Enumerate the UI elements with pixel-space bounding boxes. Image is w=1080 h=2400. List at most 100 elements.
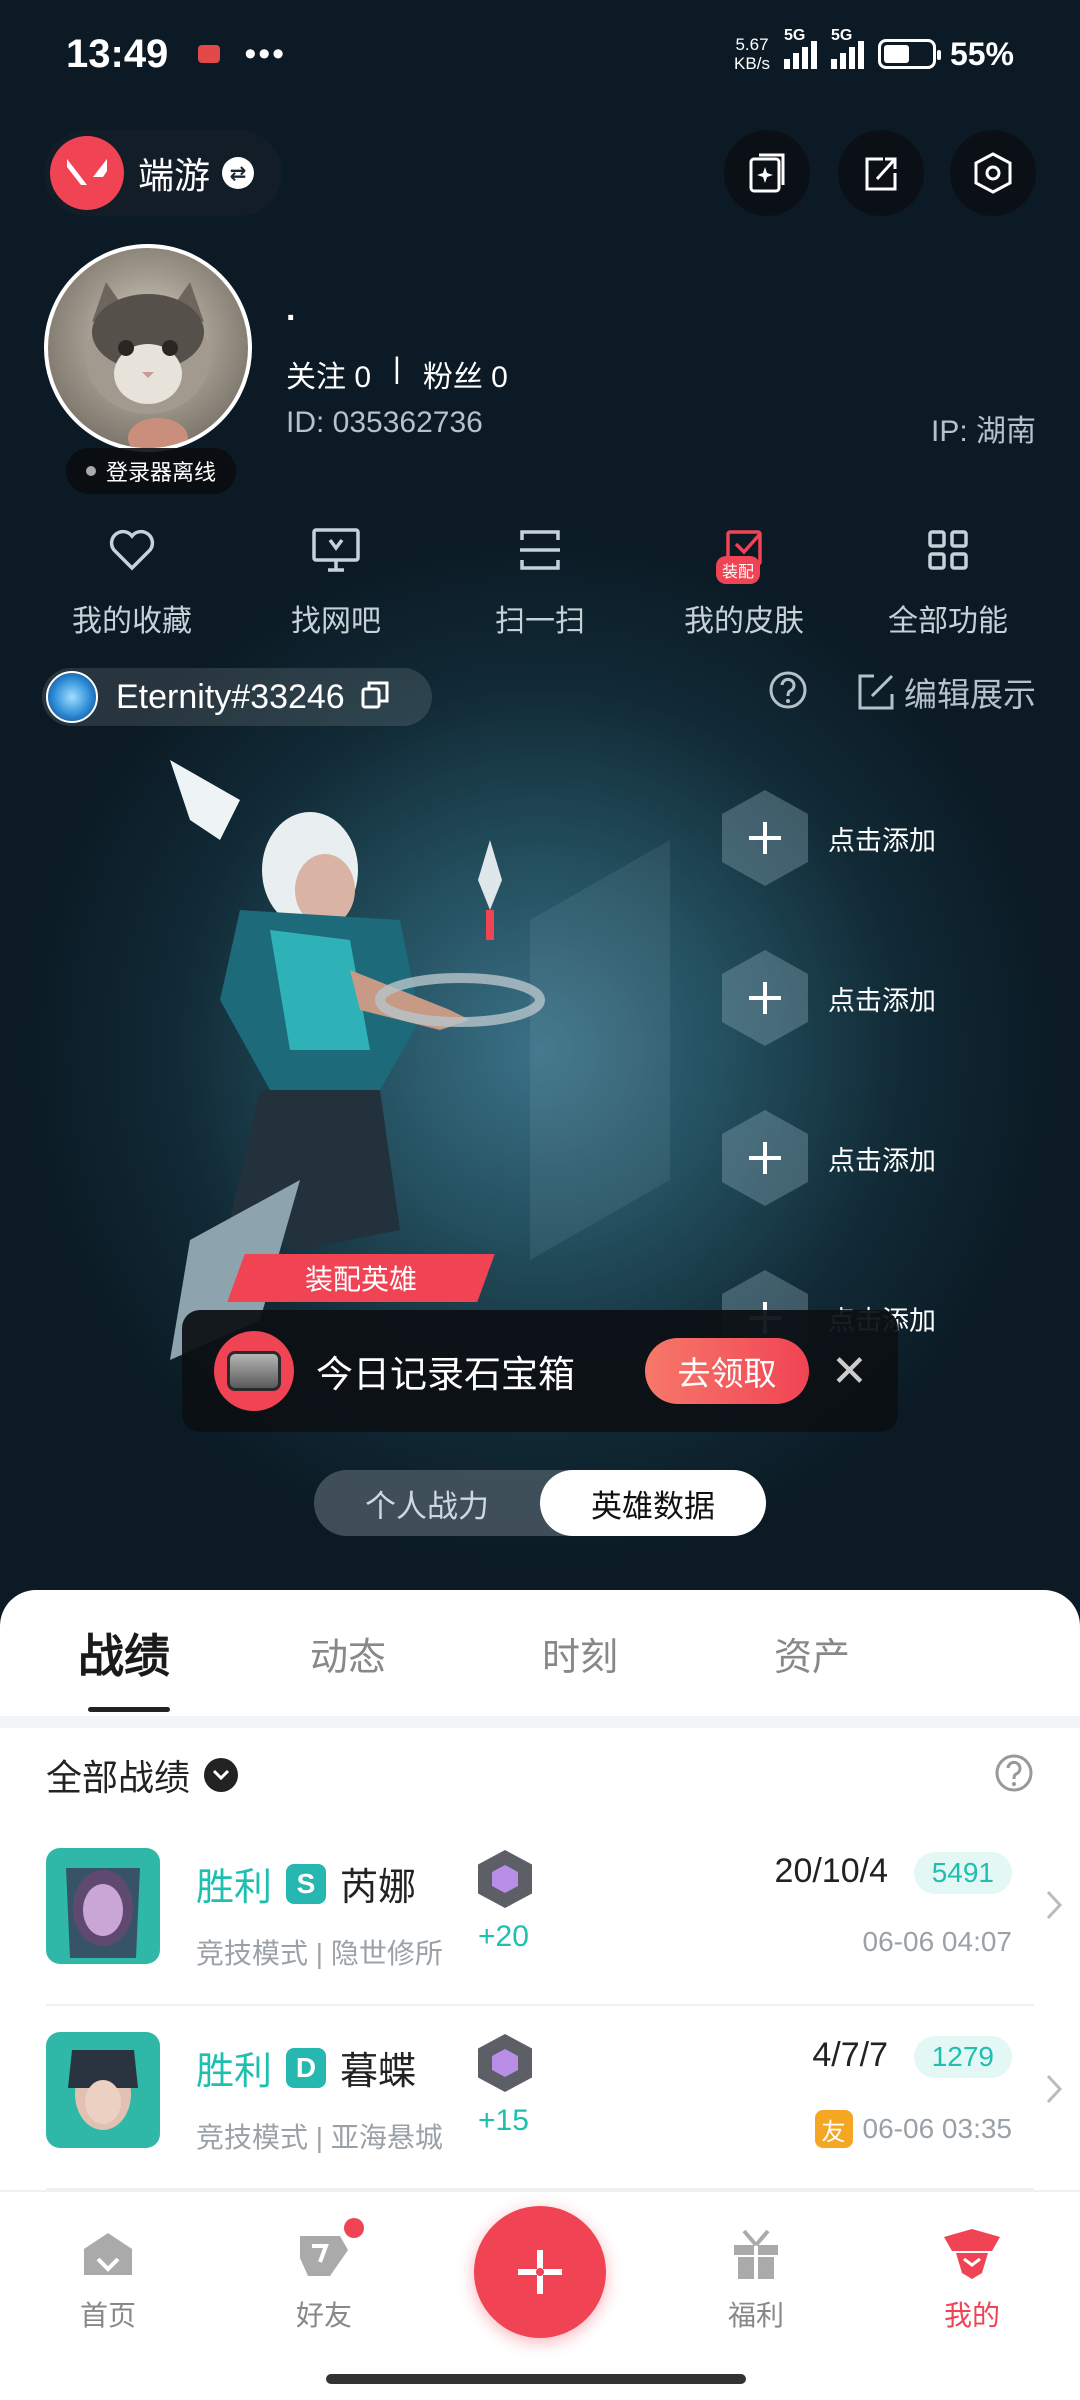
chest-toast: 今日记录石宝箱 去领取 ✕ [182, 1310, 898, 1432]
follow-stats: 关注 0 | 粉丝 0 [286, 352, 508, 396]
chevron-right-icon [1044, 2072, 1064, 2111]
match-mode: 竞技模式 | 亚海悬城 [196, 2122, 443, 2153]
rank-badge: S [286, 1863, 327, 1904]
notification-dot [344, 2218, 364, 2238]
nav-home[interactable]: 首页 [28, 2224, 188, 2334]
network-speed: 5.67 KB/s [734, 35, 770, 73]
friend-tag: 友 [814, 2110, 853, 2148]
game-account[interactable]: Eternity#33246 [42, 668, 432, 726]
monitor-icon [306, 520, 366, 580]
ip-location: IP: 湖南 [930, 415, 1036, 448]
status-bar: 13:49 ••• 5.67 KB/s 5G 5G 55% [0, 0, 1080, 108]
equip-hero-tag: 装配英雄 [227, 1254, 495, 1302]
match-row[interactable]: 胜利 S 芮娜 竞技模式 | 隐世修所 +20 20/10/4 5491 06-… [46, 1822, 1063, 2006]
nickname: . [286, 290, 296, 328]
cards-button[interactable] [724, 130, 810, 216]
func-scan[interactable]: 扫一扫 [445, 520, 635, 640]
tab-bar: 战绩 动态 时刻 资产 [0, 1590, 1080, 1716]
more-notifications-icon: ••• [244, 34, 287, 73]
match-row[interactable]: 胜利 D 暮蝶 竞技模式 | 亚海悬城 +15 4/7/7 1279 友 06-… [46, 2006, 1063, 2190]
agent-portrait [46, 2032, 160, 2148]
grid-icon [918, 520, 978, 580]
close-icon[interactable]: ✕ [831, 1346, 868, 1397]
equip-badge: 装配 [716, 556, 761, 584]
valorant-logo-icon [50, 136, 124, 210]
tab-assets[interactable]: 资产 [744, 1626, 976, 1681]
record-filter[interactable]: 全部战绩 [0, 1728, 1080, 1822]
account-avatar-icon [46, 671, 98, 723]
add-slot[interactable]: 点击添加 [722, 1110, 936, 1206]
game-switcher[interactable]: 端游 ⇄ [44, 130, 282, 216]
scan-icon [510, 520, 570, 580]
tab-moments[interactable]: 时刻 [512, 1626, 744, 1681]
settings-hex-icon [974, 152, 1012, 194]
quick-functions: 我的收藏 找网吧 扫一扫 装配 我的皮肤 全部功能 [30, 520, 1050, 640]
edit-icon [858, 674, 894, 710]
status-dot-icon [86, 466, 96, 476]
toggle-personal-power[interactable]: 个人战力 [314, 1470, 540, 1536]
nav-welfare[interactable]: 福利 [676, 2224, 836, 2334]
claim-button[interactable]: 去领取 [645, 1338, 809, 1404]
follow-count[interactable]: 关注 0 [286, 352, 371, 396]
func-favorites[interactable]: 我的收藏 [37, 520, 227, 640]
toast-message: 今日记录石宝箱 [316, 1354, 575, 1395]
func-internet-cafe[interactable]: 找网吧 [241, 520, 431, 640]
plus-icon [722, 1110, 808, 1206]
avatar[interactable] [44, 244, 252, 452]
rank-gem-icon [478, 2034, 532, 2092]
plus-icon [518, 2250, 562, 2294]
match-result: 胜利 S 芮娜 [196, 1856, 416, 1911]
share-icon [865, 157, 897, 191]
score-badge: 5491 [913, 1852, 1012, 1894]
notification-icon [198, 45, 221, 63]
rank-badge: D [286, 2047, 327, 2088]
fans-count[interactable]: 粉丝 0 [423, 352, 508, 396]
game-name: 端游 [138, 155, 211, 196]
chevron-right-icon [1044, 1888, 1064, 1927]
stats-separator: | [393, 352, 401, 385]
toggle-hero-data[interactable]: 英雄数据 [540, 1470, 766, 1536]
match-result: 胜利 D 暮蝶 [196, 2040, 416, 2095]
rank-delta: +15 [478, 2104, 529, 2137]
cat-avatar-image [86, 282, 210, 448]
divider [0, 1716, 1080, 1728]
match-time: 友 06-06 03:35 [814, 2110, 1012, 2148]
home-indicator[interactable] [326, 2374, 746, 2384]
signal-icon-2: 5G [830, 27, 864, 69]
help-icon[interactable] [768, 670, 808, 715]
agent-name: 芮娜 [340, 1867, 417, 1909]
nav-mine[interactable]: 我的 [892, 2224, 1052, 2334]
rank-delta: +20 [478, 1920, 529, 1953]
add-slot[interactable]: 点击添加 [722, 790, 936, 886]
tab-records[interactable]: 战绩 [48, 1620, 280, 1712]
share-button[interactable] [838, 130, 924, 216]
mine-icon [942, 2224, 1002, 2284]
kda: 20/10/4 [774, 1852, 888, 1890]
tab-feed[interactable]: 动态 [280, 1626, 512, 1681]
friends-icon [294, 2218, 364, 2284]
match-time: 06-06 04:07 [862, 1926, 1012, 1957]
help-icon[interactable] [994, 1753, 1034, 1798]
plus-icon [722, 790, 808, 886]
agent-name: 暮蝶 [340, 2051, 417, 2093]
gift-icon [726, 2224, 786, 2284]
rank-gem-icon [478, 1850, 532, 1908]
score-badge: 1279 [913, 2036, 1012, 2078]
filter-label: 全部战绩 [46, 1757, 191, 1798]
skin-icon: 装配 [714, 520, 774, 584]
add-slot[interactable]: 点击添加 [722, 950, 936, 1046]
account-name: Eternity#33246 [116, 677, 345, 716]
func-all[interactable]: 全部功能 [853, 520, 1043, 640]
func-my-skins[interactable]: 装配 我的皮肤 [649, 520, 839, 640]
battery-icon [877, 39, 941, 69]
settings-button[interactable] [950, 130, 1036, 216]
clock: 13:49 [66, 31, 169, 76]
login-status-badge: 登录器离线 [66, 448, 237, 494]
plus-icon [722, 950, 808, 1046]
copy-icon[interactable] [359, 679, 391, 716]
edit-showcase-button[interactable]: 编辑展示 [856, 668, 1036, 716]
cards-icon [749, 153, 785, 193]
agent-portrait [46, 1848, 160, 1964]
create-post-button[interactable] [474, 2206, 606, 2338]
nav-friends[interactable]: 好友 [244, 2218, 404, 2334]
